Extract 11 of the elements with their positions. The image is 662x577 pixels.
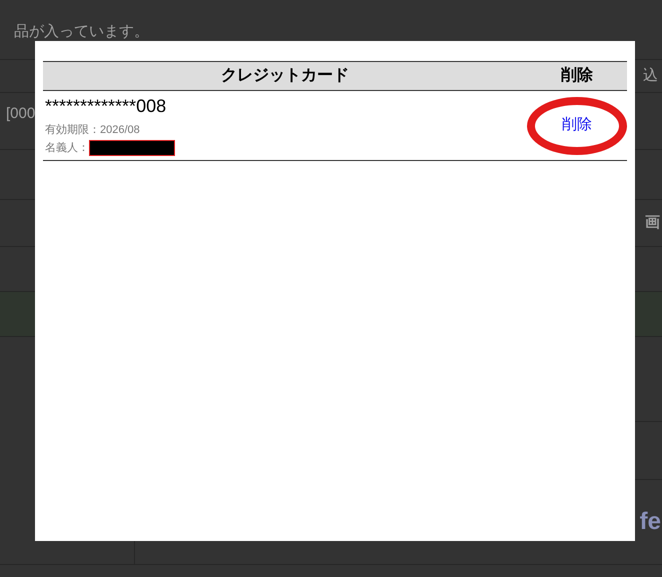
- column-header: クレジットカード: [220, 66, 350, 86]
- holder-label: 名義人：: [45, 140, 89, 156]
- column-header: 削除: [560, 66, 594, 86]
- screen-text: 画: [645, 212, 660, 233]
- product-code: [000: [6, 104, 36, 124]
- cart-notice: 品が入っています。: [14, 22, 149, 42]
- card-number: *************008: [45, 95, 168, 117]
- delete-link[interactable]: 削除: [562, 114, 592, 137]
- column-heading: 込: [643, 66, 658, 86]
- expiry-date: 有効期限：2026/08: [45, 123, 141, 138]
- logo-text: fe: [640, 507, 661, 537]
